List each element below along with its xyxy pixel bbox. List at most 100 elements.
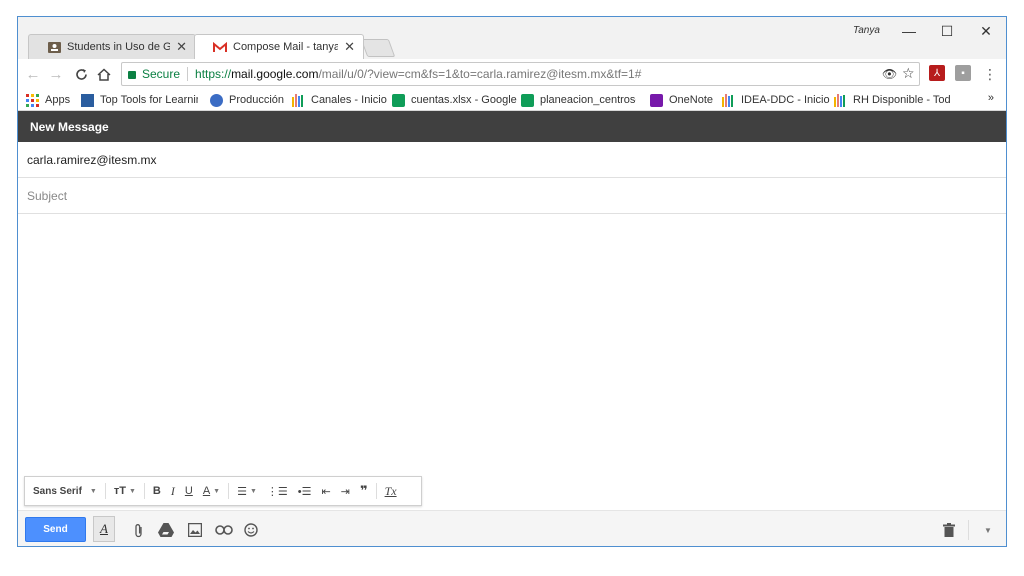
bookmark-onenote[interactable]: OneNote xyxy=(650,92,713,108)
onenote-icon xyxy=(650,93,663,107)
star-icon[interactable]: ☆ xyxy=(902,65,915,82)
recipient-chip[interactable]: carla.ramirez@itesm.mx xyxy=(27,153,157,167)
profile-name[interactable]: Tanya xyxy=(853,25,880,36)
bookmark-produccion[interactable]: Producción xyxy=(210,92,284,108)
tab-compose[interactable]: Compose Mail - tanya.go ✕ xyxy=(194,34,364,59)
indent-less-button[interactable]: ⇤ xyxy=(317,481,336,501)
sheets-icon xyxy=(521,93,534,107)
compose-title: New Message xyxy=(30,119,109,134)
extension-icon[interactable]: ▪ xyxy=(955,65,971,81)
indent-less-icon: ⇤ xyxy=(321,485,331,498)
bookmark-cuentas[interactable]: cuentas.xlsx - Google xyxy=(392,92,518,108)
divider xyxy=(187,67,189,81)
bars-icon xyxy=(722,93,735,107)
numbered-list-icon: ⋮☰ xyxy=(266,485,288,498)
insert-link-icon[interactable] xyxy=(213,520,235,540)
text-color-label: A xyxy=(202,485,211,497)
bookmark-image-icon xyxy=(81,93,94,107)
home-icon[interactable] xyxy=(95,64,113,84)
browser-window: Students in Uso de Goog ✕ Compose Mail -… xyxy=(17,16,1007,547)
indent-more-button[interactable]: ⇥ xyxy=(336,481,355,501)
compose-actions-bar: Send A ▼ xyxy=(18,510,1006,546)
sheets-icon xyxy=(392,93,405,107)
align-button[interactable]: ☰ ▼ xyxy=(232,481,262,501)
bookmark-planeacion[interactable]: planeacion_centroser xyxy=(521,92,636,108)
compose-body: carla.ramirez@itesm.mx Sans Serif ▼ ᴛT ▼… xyxy=(18,142,1006,546)
message-body[interactable] xyxy=(18,214,1006,476)
recipients-field[interactable]: carla.ramirez@itesm.mx xyxy=(18,142,1006,178)
attach-file-icon[interactable] xyxy=(130,520,148,540)
chevron-down-icon: ▼ xyxy=(89,487,97,495)
text-format-icon: A xyxy=(100,521,108,536)
formatting-options-toggle[interactable]: A xyxy=(93,516,115,542)
secure-label: Secure xyxy=(142,67,181,81)
discard-draft-icon[interactable] xyxy=(940,520,958,540)
eye-icon[interactable]: 👁 xyxy=(882,67,897,81)
chevron-down-icon: ▼ xyxy=(249,487,257,495)
apps-icon xyxy=(26,93,39,107)
bookmark-label: Producción xyxy=(229,94,285,106)
divider xyxy=(228,483,230,499)
subject-input[interactable] xyxy=(18,178,1006,213)
browser-toolbar: ← → Secure https:// mail.google.com /mai… xyxy=(18,59,1006,89)
remove-formatting-button[interactable]: Tx xyxy=(380,481,402,501)
bold-button[interactable]: B xyxy=(148,481,166,501)
bookmark-idea-ddc[interactable]: IDEA-DDC - Inicio xyxy=(722,92,830,108)
bookmark-label: Canales - Inicio xyxy=(311,94,387,106)
bookmark-label: planeacion_centroser xyxy=(540,94,636,106)
align-left-icon: ☰ xyxy=(237,485,247,498)
emoji-icon[interactable] xyxy=(242,520,260,540)
bookmarks-overflow-button[interactable]: » xyxy=(988,92,994,104)
tab-strip: Students in Uso de Goog ✕ Compose Mail -… xyxy=(18,17,1006,59)
close-icon[interactable]: ✕ xyxy=(344,39,355,55)
bookmark-top-tools[interactable]: Top Tools for Learning xyxy=(81,92,198,108)
chevron-down-icon: ▼ xyxy=(213,487,221,495)
bookmark-label: RH Disponible - Todo xyxy=(853,94,951,106)
lock-icon xyxy=(128,71,136,79)
globe-icon xyxy=(210,93,223,107)
reload-icon[interactable] xyxy=(72,64,90,84)
new-tab-button[interactable] xyxy=(360,39,396,57)
italic-button[interactable]: I xyxy=(166,481,180,501)
text-size-icon: ᴛT xyxy=(113,485,126,497)
classroom-icon xyxy=(47,40,61,54)
bookmark-label: IDEA-DDC - Inicio xyxy=(741,94,830,106)
bookmark-label: Top Tools for Learning xyxy=(100,94,198,106)
close-window-button[interactable]: ✕ xyxy=(971,21,1001,41)
google-drive-icon[interactable] xyxy=(157,520,175,540)
more-options-icon[interactable]: ▼ xyxy=(979,520,997,540)
maximize-button[interactable]: ☐ xyxy=(932,21,962,41)
forward-icon[interactable]: → xyxy=(47,64,65,84)
send-button[interactable]: Send xyxy=(25,517,86,542)
menu-icon[interactable]: ⋮ xyxy=(981,64,999,84)
address-bar[interactable]: Secure https:// mail.google.com /mail/u/… xyxy=(121,62,920,86)
bulleted-list-button[interactable]: •☰ xyxy=(293,481,317,501)
gmail-icon xyxy=(213,40,227,54)
divider xyxy=(104,483,106,499)
bookmark-apps[interactable]: Apps xyxy=(26,92,70,108)
bookmark-rh-disponible[interactable]: RH Disponible - Todo xyxy=(834,92,951,108)
text-color-button[interactable]: A ▼ xyxy=(198,481,225,501)
quote-button[interactable]: ❞ xyxy=(355,481,373,501)
remove-formatting-icon: Tx xyxy=(384,483,397,498)
bars-icon xyxy=(292,93,305,107)
text-size-button[interactable]: ᴛT ▼ xyxy=(109,481,141,501)
underline-button[interactable]: U xyxy=(180,481,198,501)
subject-row xyxy=(18,178,1006,214)
bookmark-canales[interactable]: Canales - Inicio xyxy=(292,92,387,108)
font-family-select[interactable]: Sans Serif ▼ xyxy=(33,481,102,501)
close-icon[interactable]: ✕ xyxy=(176,39,187,55)
minimize-button[interactable]: — xyxy=(894,21,924,41)
divider xyxy=(143,483,145,499)
insert-photo-icon[interactable] xyxy=(186,520,204,540)
bulleted-list-icon: •☰ xyxy=(297,485,312,498)
indent-more-icon: ⇥ xyxy=(340,485,350,498)
back-icon[interactable]: ← xyxy=(24,64,42,84)
chevron-down-icon: ▼ xyxy=(128,487,136,495)
numbered-list-button[interactable]: ⋮☰ xyxy=(262,481,293,501)
pdf-extension-icon[interactable]: ⅄ xyxy=(929,65,945,81)
url-scheme: https:// xyxy=(195,67,232,81)
tab-students[interactable]: Students in Uso de Goog ✕ xyxy=(28,34,196,59)
tab-title: Students in Uso de Goog xyxy=(67,41,170,53)
divider xyxy=(375,483,377,499)
